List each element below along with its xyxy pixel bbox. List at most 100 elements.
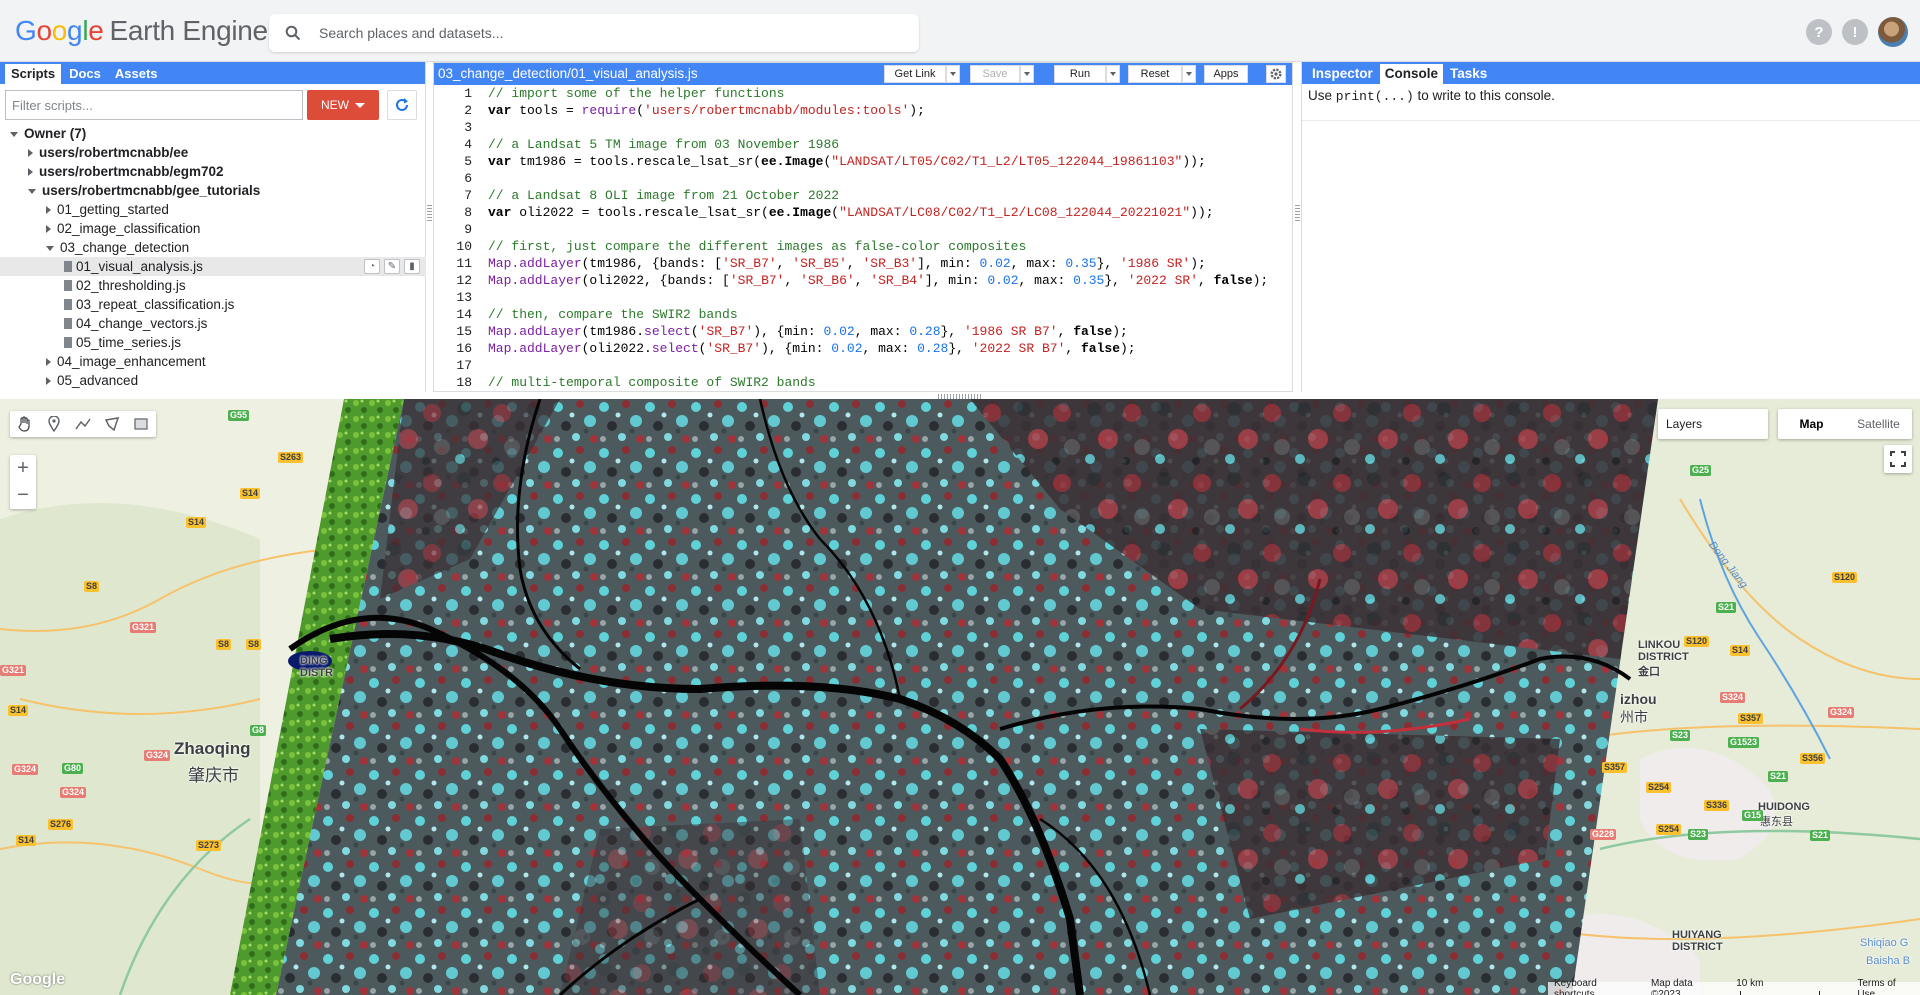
search-input[interactable] xyxy=(319,14,909,52)
line-icon[interactable] xyxy=(73,414,93,434)
console-message: Use print(...) to write to this console. xyxy=(1308,88,1555,104)
code-area[interactable]: 1// import some of the helper functions 2… xyxy=(434,85,1292,391)
fullscreen-button[interactable] xyxy=(1884,445,1912,473)
chevron-down-icon[interactable] xyxy=(46,245,54,251)
refresh-button[interactable] xyxy=(387,90,417,120)
reset-button[interactable]: Reset xyxy=(1128,65,1182,83)
reset-dropdown[interactable] xyxy=(1182,65,1196,83)
logo-letter: o xyxy=(51,15,68,46)
marker-icon[interactable] xyxy=(44,414,64,434)
settings-button[interactable] xyxy=(1266,65,1286,83)
hand-icon[interactable] xyxy=(15,414,35,434)
code-token: )); xyxy=(1182,154,1206,169)
run-dropdown[interactable] xyxy=(1106,65,1120,83)
history-icon[interactable]: ◔ xyxy=(364,259,380,274)
console-panel: Inspector Console Tasks Use print(...) t… xyxy=(1301,62,1920,392)
feedback-icon[interactable]: ! xyxy=(1842,19,1868,45)
script-folder-item[interactable]: 04_image_enhancement xyxy=(0,352,426,371)
code-line: 7 // a Landsat 8 OLI image from 21 Octobe… xyxy=(434,187,1292,204)
code-token: (oli2022, {bands: [ xyxy=(581,273,730,288)
zoom-in-button[interactable]: + xyxy=(10,455,36,482)
line-number: 13 xyxy=(456,290,472,305)
save-dropdown[interactable] xyxy=(1020,65,1034,83)
script-file-item[interactable]: 01_visual_analysis.js ◔ ✎ ▮ xyxy=(0,257,426,276)
delete-icon[interactable]: ▮ xyxy=(404,259,420,274)
apps-button[interactable]: Apps xyxy=(1204,65,1248,83)
keyboard-shortcuts-link[interactable]: Keyboard shortcuts xyxy=(1554,978,1637,995)
code-token: ), {min: xyxy=(753,324,824,339)
chevron-down-icon[interactable] xyxy=(28,188,36,194)
panel-resize-handle[interactable] xyxy=(1295,205,1300,223)
map-view[interactable]: Zhaoqing 肇庆市 DING DISTR LINKOU DISTRICT … xyxy=(0,399,1920,995)
tab-console[interactable]: Console xyxy=(1379,64,1444,84)
code-token: 0.28 xyxy=(909,324,941,339)
script-folder-item[interactable]: 02_image_classification xyxy=(0,219,426,238)
earth-engine-logo[interactable]: Google Earth Engine xyxy=(15,15,268,47)
tab-inspector[interactable]: Inspector xyxy=(1307,64,1378,84)
chevron-right-icon[interactable] xyxy=(46,377,51,386)
get-link-dropdown[interactable] xyxy=(946,65,960,83)
map-data-label: Map data ©2023 xyxy=(1650,977,1693,995)
tab-tasks[interactable]: Tasks xyxy=(1445,64,1492,84)
code-line: 12 Map.addLayer(oli2022, {bands: ['SR_B7'… xyxy=(434,272,1292,289)
script-folder-item[interactable]: users/robertmcnabb/gee_tutorials xyxy=(0,181,426,200)
tab-docs[interactable]: Docs xyxy=(63,64,107,84)
chevron-right-icon[interactable] xyxy=(46,225,51,234)
code-text: // import some of the helper functions xyxy=(488,85,784,102)
code-text: // a Landsat 5 TM image from 03 November… xyxy=(488,136,839,153)
tab-scripts[interactable]: Scripts xyxy=(5,64,62,84)
script-file-item[interactable]: 02_thresholding.js xyxy=(0,276,426,295)
chevron-right-icon[interactable] xyxy=(28,149,33,158)
layers-control[interactable]: Layers xyxy=(1658,409,1768,439)
road-shield: G324 xyxy=(60,787,87,798)
chevron-down-icon[interactable] xyxy=(10,131,18,137)
help-icon[interactable]: ? xyxy=(1806,19,1832,45)
get-link-button[interactable]: Get Link xyxy=(884,65,946,83)
script-file-item[interactable]: 04_change_vectors.js xyxy=(0,314,426,333)
script-file-item[interactable]: 05_time_series.js xyxy=(0,333,426,352)
code-token: tools = xyxy=(511,103,582,118)
script-folder-item[interactable]: users/robertmcnabb/egm702 xyxy=(0,162,426,181)
map-type-map-button[interactable]: Map xyxy=(1778,409,1845,439)
save-button[interactable]: Save xyxy=(970,65,1020,83)
script-folder-item[interactable]: Owner (7) xyxy=(0,124,426,143)
edit-icon[interactable]: ✎ xyxy=(384,259,400,274)
polygon-icon[interactable] xyxy=(102,414,122,434)
panel-resize-handle[interactable] xyxy=(427,205,432,223)
road-shield: S14 xyxy=(16,835,37,846)
line-number: 10 xyxy=(456,239,472,254)
road-shield: S336 xyxy=(1704,800,1730,811)
place-label: Zhaoqing xyxy=(174,739,251,758)
filter-scripts-input[interactable] xyxy=(5,90,303,120)
scale-bar xyxy=(1740,990,1821,995)
script-folder-item[interactable]: users/robertmcnabb/ee xyxy=(0,143,426,162)
run-button[interactable]: Run xyxy=(1054,65,1106,83)
chevron-right-icon[interactable] xyxy=(46,206,51,215)
road-shield: S8 xyxy=(246,639,262,650)
zoom-out-button[interactable]: − xyxy=(10,482,36,509)
code-token: false xyxy=(1213,273,1253,288)
code-line: 4 // a Landsat 5 TM image from 03 Novembe… xyxy=(434,136,1292,153)
account-avatar[interactable] xyxy=(1878,17,1908,47)
code-token: 'SR_B7' xyxy=(706,341,762,356)
line-number: 18 xyxy=(456,375,472,390)
gear-icon xyxy=(1270,68,1282,80)
script-folder-item[interactable]: 05_advanced xyxy=(0,371,426,390)
chevron-right-icon[interactable] xyxy=(28,168,33,177)
place-label: HUIYANG xyxy=(1672,929,1722,941)
google-watermark: Google xyxy=(10,971,66,988)
chevron-right-icon[interactable] xyxy=(46,358,51,367)
new-script-button[interactable]: NEW xyxy=(307,90,379,120)
tree-item-label: 02_thresholding.js xyxy=(76,278,186,293)
script-folder-item[interactable]: 01_getting_started xyxy=(0,200,426,219)
map-type-satellite-button[interactable]: Satellite xyxy=(1845,409,1912,439)
script-folder-item[interactable]: 03_change_detection xyxy=(0,238,426,257)
tab-assets[interactable]: Assets xyxy=(109,64,164,84)
line-number: 6 xyxy=(464,171,472,186)
code-token: 'SR_B7' xyxy=(698,324,754,339)
script-file-item[interactable]: 03_repeat_classification.js xyxy=(0,295,426,314)
tree-item-label: 01_getting_started xyxy=(57,202,169,217)
code-token: 0.02 xyxy=(823,324,855,339)
terms-of-use-link[interactable]: Terms of Use xyxy=(1857,978,1914,995)
rectangle-icon[interactable] xyxy=(131,414,151,434)
